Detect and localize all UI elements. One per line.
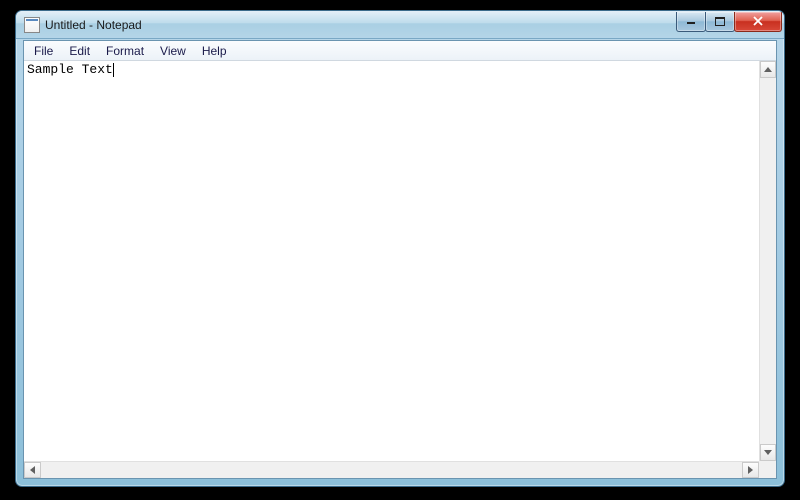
maximize-icon xyxy=(715,17,725,26)
scroll-corner xyxy=(759,461,776,478)
editor-content: Sample Text xyxy=(27,62,113,77)
vertical-scrollbar[interactable] xyxy=(759,61,776,461)
minimize-button[interactable] xyxy=(676,12,706,32)
vscroll-track[interactable] xyxy=(760,78,776,444)
chevron-right-icon xyxy=(748,466,753,474)
window: Untitled - Notepad File Edit Format View… xyxy=(15,10,785,487)
window-controls xyxy=(677,12,782,32)
chevron-down-icon xyxy=(764,450,772,455)
chevron-up-icon xyxy=(764,67,772,72)
scroll-right-button[interactable] xyxy=(742,462,759,478)
chevron-left-icon xyxy=(30,466,35,474)
text-editor[interactable]: Sample Text xyxy=(24,61,759,461)
notepad-icon xyxy=(24,17,40,33)
close-icon xyxy=(752,16,764,26)
horizontal-scrollbar[interactable] xyxy=(24,461,759,478)
editor-area: Sample Text xyxy=(24,61,776,461)
close-button[interactable] xyxy=(734,12,782,32)
bottom-scroll-row xyxy=(24,461,776,478)
menu-help[interactable]: Help xyxy=(194,41,235,60)
window-title: Untitled - Notepad xyxy=(45,11,677,39)
scroll-down-button[interactable] xyxy=(760,444,776,461)
menu-format[interactable]: Format xyxy=(98,41,152,60)
titlebar[interactable]: Untitled - Notepad xyxy=(16,11,784,39)
menubar: File Edit Format View Help xyxy=(24,41,776,61)
text-caret xyxy=(113,63,114,77)
minimize-icon xyxy=(686,17,696,25)
hscroll-track[interactable] xyxy=(41,462,742,478)
menu-file[interactable]: File xyxy=(26,41,61,60)
scroll-up-button[interactable] xyxy=(760,61,776,78)
client-area: File Edit Format View Help Sample Text xyxy=(23,40,777,479)
scroll-left-button[interactable] xyxy=(24,462,41,478)
maximize-button[interactable] xyxy=(705,12,735,32)
menu-view[interactable]: View xyxy=(152,41,194,60)
menu-edit[interactable]: Edit xyxy=(61,41,98,60)
